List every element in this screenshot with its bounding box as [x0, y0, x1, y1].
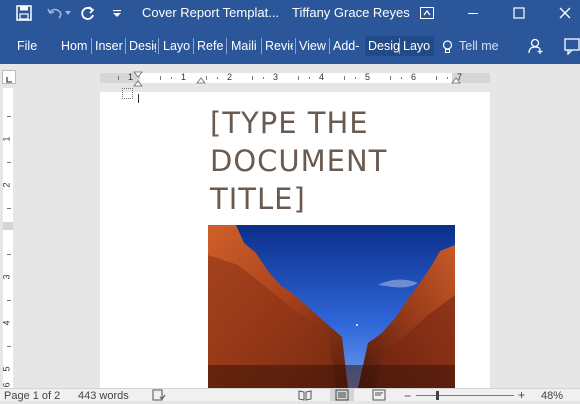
tab-table-layout[interactable]: Layo [400, 36, 434, 56]
tab-separator [329, 38, 330, 54]
tab-file[interactable]: File [17, 36, 41, 56]
status-bar: Page 1 of 2 443 words − + 48% [0, 388, 580, 404]
web-layout-icon[interactable] [372, 389, 386, 404]
tell-me-search[interactable]: Tell me [459, 36, 505, 56]
tab-home[interactable]: Hom [61, 36, 89, 56]
save-icon[interactable] [14, 3, 34, 23]
zoom-slider[interactable] [416, 391, 514, 400]
document-title-line[interactable]: TITLE] [210, 182, 306, 216]
vertical-ruler-track [3, 88, 13, 390]
user-name[interactable]: Tiffany Grace Reyes [292, 5, 410, 20]
ruler-number: 5 [365, 72, 371, 82]
tab-add-ins[interactable]: Add- [333, 36, 361, 56]
ruler-number: 3 [1, 274, 12, 280]
tab-references[interactable]: Refe [197, 36, 225, 56]
minimize-icon[interactable] [464, 3, 482, 23]
ruler-number: 4 [1, 320, 12, 326]
tab-mailings[interactable]: Maili [231, 36, 259, 56]
tab-review[interactable]: Revie [265, 36, 293, 56]
title-bar: Cover Report Templat... Tiffany Grace Re… [0, 0, 580, 26]
ruler-number: 1 [181, 72, 187, 82]
tab-insert[interactable]: Inser [95, 36, 123, 56]
tab-separator [295, 38, 296, 54]
redo-icon[interactable] [78, 3, 98, 23]
tab-separator [193, 38, 194, 54]
proofing-icon[interactable] [152, 389, 166, 404]
comment-icon[interactable] [563, 36, 580, 56]
ruler-track [100, 71, 490, 87]
tab-separator [261, 38, 262, 54]
ruler-number: 6 [411, 72, 417, 82]
ruler-number: 4 [319, 72, 325, 82]
word-count[interactable]: 443 words [78, 390, 129, 402]
tab-separator [125, 38, 126, 54]
share-person-icon[interactable] [526, 36, 546, 56]
tab-design[interactable]: Desig [129, 36, 156, 56]
ruler-number: 2 [227, 72, 233, 82]
document-title-line[interactable]: DOCUMENT [210, 144, 387, 178]
ruler-number: 3 [273, 72, 279, 82]
page-count[interactable]: Page 1 of 2 [4, 390, 60, 402]
document-title: Cover Report Templat... [142, 5, 280, 20]
ruler-number: 1 [128, 72, 134, 82]
cover-photo[interactable] [208, 225, 455, 388]
zoom-level[interactable]: 48% [541, 390, 563, 402]
ruler-number: 7 [457, 72, 463, 82]
tab-separator [91, 38, 92, 54]
tab-separator [158, 38, 159, 54]
ribbon-display-options-icon[interactable] [418, 3, 436, 23]
read-mode-icon[interactable] [298, 389, 312, 404]
ruler-number: 6 [1, 382, 12, 388]
customize-quick-access-icon[interactable] [110, 3, 124, 23]
lightbulb-icon [441, 37, 453, 57]
document-title-line[interactable]: [TYPE THE [210, 106, 369, 140]
print-layout-icon[interactable] [330, 388, 354, 401]
text-cursor [138, 94, 139, 103]
undo-dropdown-icon[interactable] [64, 3, 72, 23]
ruler-number: 2 [1, 182, 12, 188]
tab-table-design[interactable]: Desig [365, 36, 400, 56]
zoom-slider-thumb[interactable] [436, 391, 439, 400]
undo-icon[interactable] [44, 3, 66, 23]
ruler-number: 5 [1, 366, 12, 372]
tab-layout[interactable]: Layo [163, 36, 190, 56]
document-page[interactable]: [TYPE THE DOCUMENT TITLE] [100, 88, 490, 388]
ribbon-tab-bar: File Hom Inser Desig Layo Refe Maili Rev… [0, 26, 580, 64]
tab-view[interactable]: View [299, 36, 327, 56]
zoom-out-icon[interactable]: − [404, 389, 411, 403]
maximize-icon[interactable] [510, 3, 528, 23]
table-move-handle[interactable] [122, 88, 133, 99]
close-icon[interactable] [556, 3, 574, 23]
ruler-number: 1 [1, 136, 12, 142]
horizontal-ruler[interactable]: 1 1 2 3 4 5 6 7 [0, 64, 580, 88]
tab-separator [226, 38, 227, 54]
vertical-ruler[interactable]: 1 2 3 4 5 6 [0, 88, 18, 390]
